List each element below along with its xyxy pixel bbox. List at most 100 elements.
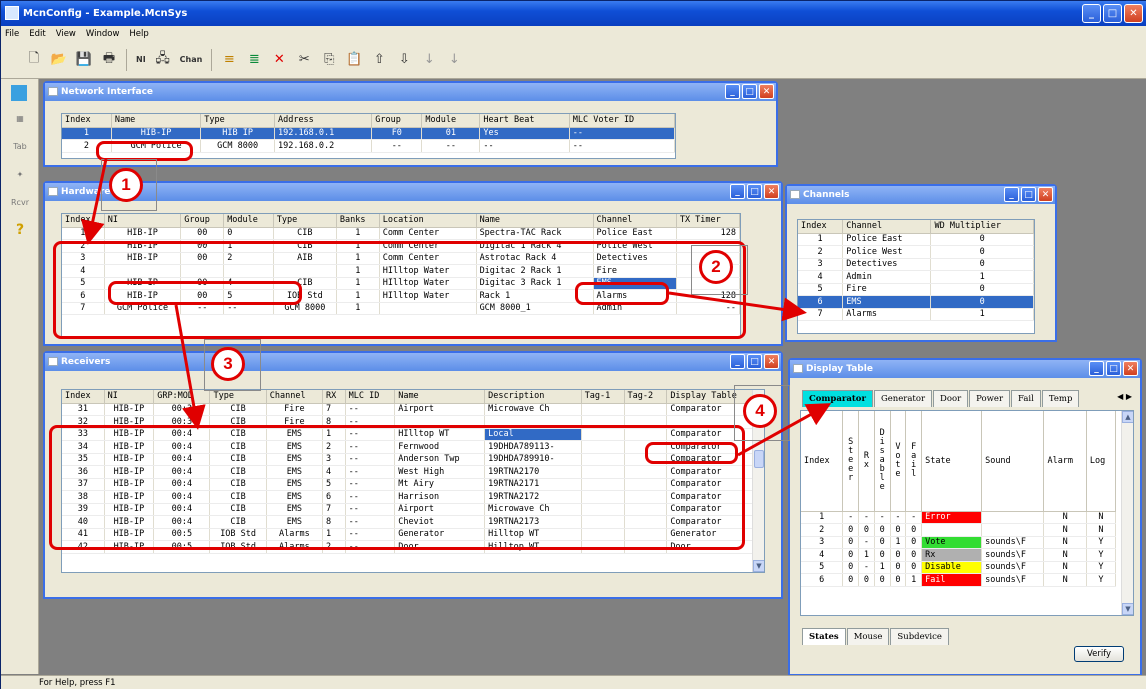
table-cell-log[interactable]: N	[1086, 511, 1117, 524]
tab-power[interactable]: Power	[969, 390, 1011, 407]
table-cell[interactable]: Detectives	[842, 258, 932, 271]
print-icon[interactable]: 🖶	[98, 49, 120, 71]
delete-icon[interactable]: ✕	[268, 49, 290, 71]
column-header[interactable]: WD Multiplier	[930, 220, 1034, 234]
minimize-button[interactable]: _	[730, 354, 745, 369]
chan-button[interactable]: Chan	[177, 49, 206, 71]
hardware-icon[interactable]: ▦	[7, 107, 33, 129]
table-cell-alarm[interactable]: N	[1043, 548, 1087, 562]
table-cell-s[interactable]: 0	[842, 561, 860, 574]
table-cell-d[interactable]: 0	[874, 523, 891, 537]
table-cell[interactable]: 31	[62, 403, 105, 416]
table-cell-v[interactable]: 0	[890, 561, 907, 574]
table-cell[interactable]: HIB IP	[200, 127, 275, 140]
table-cell[interactable]: CIB	[209, 403, 267, 416]
column-header-state[interactable]: State	[921, 411, 983, 512]
table-cell[interactable]: --	[421, 139, 481, 153]
table-cell-alarm[interactable]: N	[1043, 511, 1087, 524]
close-button[interactable]: ✕	[1124, 4, 1143, 23]
tab-comparator[interactable]: Comparator	[802, 390, 873, 407]
column-header[interactable]: MLC Voter ID	[569, 114, 675, 128]
close-button[interactable]: ✕	[1123, 361, 1138, 376]
table-cell-f[interactable]: 0	[905, 561, 923, 574]
scroll-thumb[interactable]	[754, 450, 764, 468]
column-header[interactable]: GRP:MOD	[153, 390, 211, 404]
table-cell[interactable]: 0	[930, 295, 1034, 309]
table-cell-state[interactable]: Error	[921, 511, 983, 524]
table-cell[interactable]: --	[569, 127, 675, 140]
table-cell[interactable]: 0	[223, 227, 274, 240]
minimize-button[interactable]: _	[1089, 361, 1104, 376]
menu-view[interactable]: View	[56, 29, 76, 39]
table-cell[interactable]: --	[569, 139, 675, 153]
table-cell-sound[interactable]: sounds\F	[981, 548, 1045, 562]
table-cell-d[interactable]: 0	[874, 536, 891, 549]
table-cell-sound[interactable]	[981, 523, 1045, 537]
table-cell-log[interactable]: N	[1086, 523, 1117, 537]
table-cell[interactable]: Alarms	[842, 308, 932, 321]
table-cell[interactable]: Fire	[842, 283, 932, 296]
open-folder-icon[interactable]: 📂	[48, 49, 70, 71]
tab-door[interactable]: Door	[933, 390, 969, 407]
column-header-steer[interactable]: Steer	[842, 411, 860, 512]
table-cell-alarm[interactable]: N	[1043, 573, 1087, 587]
column-header[interactable]: Channel	[266, 390, 324, 404]
column-header-log[interactable]: Log	[1086, 411, 1117, 512]
cut-icon[interactable]: ✂	[293, 49, 315, 71]
table-cell-alarm[interactable]: N	[1043, 536, 1087, 549]
maximize-button[interactable]: □	[1106, 361, 1121, 376]
table-cell-s[interactable]: 0	[842, 536, 860, 549]
table-cell-log[interactable]: Y	[1086, 561, 1117, 574]
tab-mouse[interactable]: Mouse	[846, 628, 890, 645]
table-cell-f[interactable]: 0	[905, 523, 923, 537]
table-cell[interactable]: 7	[322, 403, 346, 416]
column-header[interactable]: Group	[180, 214, 225, 228]
minimize-button[interactable]: _	[1082, 4, 1101, 23]
table-cell-index[interactable]: 3	[801, 536, 844, 549]
table-cell[interactable]: 0	[930, 258, 1034, 271]
table-cell[interactable]: HIB-IP	[104, 227, 182, 240]
menu-file[interactable]: File	[5, 29, 19, 39]
table-cell[interactable]: 128	[676, 227, 740, 240]
minimize-button[interactable]: _	[730, 184, 745, 199]
column-header[interactable]: Index	[62, 214, 105, 228]
column-header-alarm[interactable]: Alarm	[1043, 411, 1087, 512]
close-button[interactable]: ✕	[764, 184, 779, 199]
sort-descending-icon[interactable]: ↓	[443, 49, 465, 71]
table-row[interactable]: 1- - - - - Error N N	[801, 511, 1117, 524]
table-cell[interactable]: 0	[930, 283, 1034, 296]
tab-subdevice[interactable]: Subdevice	[890, 628, 949, 645]
column-header[interactable]: NI	[104, 390, 155, 404]
menu-window[interactable]: Window	[86, 29, 120, 39]
table-cell-log[interactable]: Y	[1086, 548, 1117, 562]
table-cell[interactable]: 1	[930, 270, 1034, 284]
column-header[interactable]: TX Timer	[676, 214, 740, 228]
tab-states[interactable]: States	[802, 628, 846, 645]
table-cell-index[interactable]: 4	[801, 548, 844, 562]
table-cell[interactable]: Airport	[394, 403, 486, 416]
wand-icon[interactable]: ✦	[7, 163, 33, 185]
table-cell-state[interactable]: Fail	[921, 573, 983, 587]
table-cell-f[interactable]: 1	[905, 573, 923, 587]
table-cell-f[interactable]: 0	[905, 548, 923, 562]
table-row[interactable]: 3 Detectives 0	[798, 258, 1034, 271]
table-row[interactable]: 4 0 1 0 0 0 Rx sounds\F N Y	[801, 548, 1117, 562]
table-cell-v[interactable]: 0	[890, 523, 907, 537]
tab-scroll-arrows[interactable]: ◀ ▶	[1117, 392, 1132, 401]
column-header[interactable]: Name	[476, 214, 594, 228]
delete-row-icon[interactable]: ≣	[243, 49, 265, 71]
column-header[interactable]: MLC ID	[345, 390, 396, 404]
table-cell-s[interactable]: 0	[842, 548, 860, 562]
column-header[interactable]: RX	[322, 390, 346, 404]
table-cell[interactable]: 1	[336, 227, 380, 240]
table-cell[interactable]: Admin	[842, 270, 932, 284]
table-row[interactable]: 5 Fire 0	[798, 283, 1034, 296]
save-icon[interactable]: 💾	[73, 49, 95, 71]
receiver-tool-icon[interactable]: Rcvr	[7, 191, 33, 213]
column-header[interactable]: Type	[273, 214, 337, 228]
table-row[interactable]: 1 HIB-IP 00 0 CIB 1 Comm Center Spectra-TAC Rac…	[62, 227, 740, 240]
table-cell[interactable]: 1	[62, 227, 105, 240]
column-header[interactable]: Location	[379, 214, 477, 228]
column-header[interactable]: Module	[223, 214, 274, 228]
column-header[interactable]: Type	[209, 390, 267, 404]
